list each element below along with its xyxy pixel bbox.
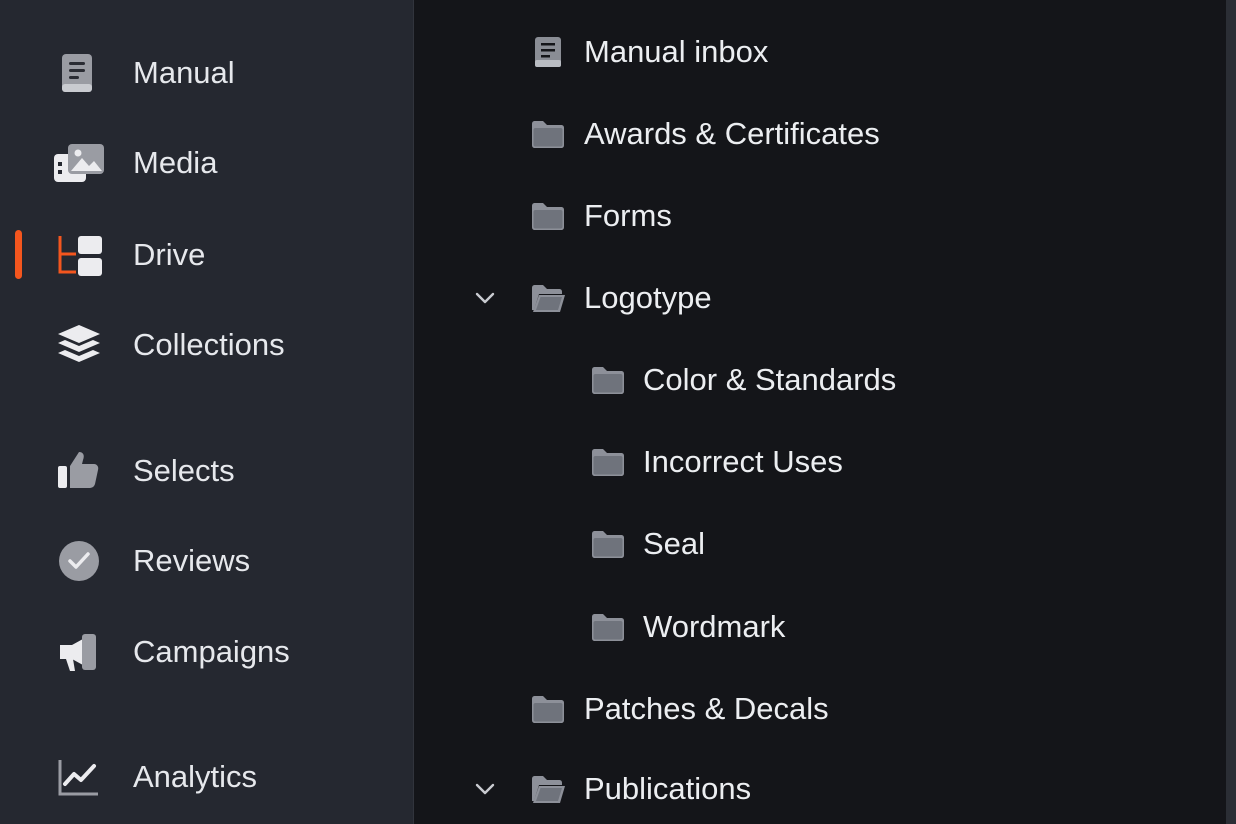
sidebar-item-label: Manual [133,55,235,90]
tree-item-awards-certificates[interactable]: Awards & Certificates [414,99,1226,169]
sidebar-item-label: Selects [133,453,235,488]
folder-open-icon [530,772,566,806]
tree-item-label: Incorrect Uses [643,444,843,479]
tree-item-publications[interactable]: Publications [414,754,1226,824]
check-circle-icon [52,538,106,584]
sidebar-item-label: Analytics [133,759,258,794]
tree-item-label: Seal [643,526,706,561]
images-icon [52,140,106,186]
tree-item-wordmark[interactable]: Wordmark [414,592,1226,662]
tree-item-label: Publications [584,771,752,806]
chevron-down-icon[interactable] [472,285,498,311]
folder-icon [590,445,626,479]
folder-icon [590,527,626,561]
tree-item-label: Color & Standards [643,362,897,397]
sidebar-item-manual[interactable]: Manual [0,38,413,108]
tree-item-label: Manual inbox [584,34,769,69]
tree-item-label: Logotype [584,280,712,315]
folder-icon [530,692,566,726]
tree-item-seal[interactable]: Seal [414,509,1226,579]
tree-item-color-standards[interactable]: Color & Standards [414,345,1226,415]
folder-icon [530,199,566,233]
sidebar-item-campaigns[interactable]: Campaigns [0,617,413,687]
book-icon [52,50,106,96]
sidebar: Manual Media Drive Collections Selects R… [0,0,414,824]
chart-line-icon [52,754,106,800]
sidebar-item-drive[interactable]: Drive [0,220,413,290]
megaphone-icon [52,629,106,675]
folder-tree-icon [52,232,106,278]
sidebar-item-reviews[interactable]: Reviews [0,526,413,596]
sidebar-item-label: Collections [133,327,285,362]
thumbs-up-icon [52,448,106,494]
folder-icon [530,117,566,151]
window-edge [1226,0,1236,824]
sidebar-item-media[interactable]: Media [0,128,413,198]
layers-icon [52,322,106,368]
tree-item-label: Wordmark [643,609,786,644]
sidebar-item-label: Drive [133,237,206,272]
sidebar-item-analytics[interactable]: Analytics [0,742,413,812]
tree-item-logotype[interactable]: Logotype [414,263,1226,333]
sidebar-item-label: Campaigns [133,634,290,669]
folder-icon [590,610,626,644]
tree-item-label: Awards & Certificates [584,116,880,151]
folder-icon [590,363,626,397]
app: Manual Media Drive Collections Selects R… [0,0,1236,824]
folder-open-icon [530,281,566,315]
sidebar-item-collections[interactable]: Collections [0,310,413,380]
chevron-down-icon[interactable] [472,776,498,802]
sidebar-item-label: Reviews [133,543,251,578]
sidebar-item-selects[interactable]: Selects [0,436,413,506]
tree-item-forms[interactable]: Forms [414,181,1226,251]
tree-item-manual-inbox[interactable]: Manual inbox [414,17,1226,87]
tree-item-label: Forms [584,198,672,233]
drive-folder-tree: Manual inbox Awards & Certificates Forms [414,0,1226,824]
book-icon [530,35,566,69]
tree-item-label: Patches & Decals [584,691,829,726]
tree-item-incorrect-uses[interactable]: Incorrect Uses [414,427,1226,497]
tree-item-patches-decals[interactable]: Patches & Decals [414,674,1226,744]
sidebar-item-label: Media [133,145,218,180]
